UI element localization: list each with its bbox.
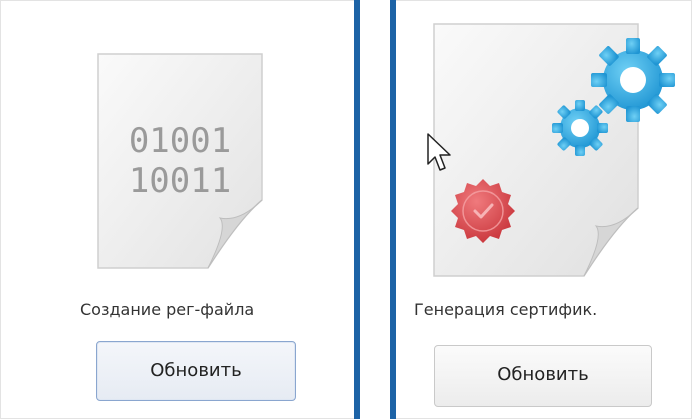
update-button[interactable]: Обновить <box>96 341 296 401</box>
binary-line-1: 01001 <box>129 121 231 161</box>
arrow-cursor-icon <box>427 133 451 171</box>
panel-gap <box>360 0 390 419</box>
tile-label: Создание рег-файла <box>80 300 255 319</box>
update-button[interactable]: Обновить <box>434 345 652 407</box>
tile-create-reg-file: 01001 10011 Создание рег-файла Обновить <box>0 0 354 419</box>
binary-document-icon: 01001 10011 <box>97 53 263 269</box>
certificate-gears-icon <box>433 23 675 277</box>
tile-label: Генерация сертифик. <box>414 300 598 319</box>
binary-line-2: 10011 <box>129 161 231 201</box>
tile-generate-certificate: Генерация сертифик. Обновить <box>396 0 692 419</box>
gear-icon <box>591 38 675 122</box>
gear-icon <box>552 100 608 156</box>
